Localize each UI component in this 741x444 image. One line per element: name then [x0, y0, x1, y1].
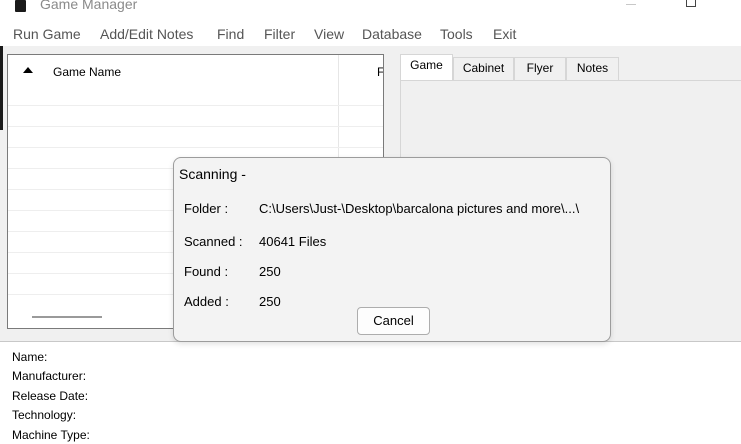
title-bar: Game Manager: [0, 0, 741, 20]
app-icon: [15, 0, 26, 12]
scanned-label: Scanned :: [184, 234, 243, 249]
tab-cabinet[interactable]: Cabinet: [453, 57, 514, 80]
name-label: Name:: [12, 350, 48, 364]
cancel-button[interactable]: Cancel: [357, 307, 430, 335]
table-row[interactable]: [8, 126, 383, 127]
dialog-title: Scanning -: [179, 166, 246, 182]
scanned-count: 40641 Files: [259, 234, 327, 249]
menu-find[interactable]: Find: [217, 25, 244, 43]
found-label: Found :: [184, 264, 229, 279]
folder-label: Folder :: [184, 201, 229, 216]
column-header-game-name[interactable]: Game Name: [53, 65, 121, 79]
added-count: 250: [259, 294, 281, 309]
menu-view[interactable]: View: [314, 25, 344, 43]
added-label: Added :: [184, 294, 229, 309]
table-row[interactable]: [8, 147, 383, 148]
table-row[interactable]: [8, 105, 383, 106]
tab-game[interactable]: Game: [400, 54, 453, 80]
game-info-panel: Name: Manufacturer: Release Date: Techno…: [0, 341, 741, 444]
menu-database[interactable]: Database: [362, 25, 422, 43]
column-header-second[interactable]: F: [377, 65, 383, 79]
menu-exit[interactable]: Exit: [493, 25, 516, 43]
folder-path: C:\Users\Just-\Desktop\barcalona picture…: [259, 201, 580, 216]
menu-filter[interactable]: Filter: [264, 25, 295, 43]
scanning-dialog: Scanning - Folder : C:\Users\Just-\Deskt…: [173, 157, 611, 342]
release-date-label: Release Date:: [12, 389, 89, 403]
minimize-button[interactable]: [626, 4, 636, 5]
menu-add-edit-notes[interactable]: Add/Edit Notes: [100, 25, 193, 43]
horizontal-scrollbar-thumb[interactable]: [32, 316, 102, 318]
found-count: 250: [259, 264, 281, 279]
manufacturer-label: Manufacturer:: [12, 369, 87, 383]
menu-tools[interactable]: Tools: [440, 25, 473, 43]
sort-ascending-icon[interactable]: [23, 67, 33, 73]
tab-flyer[interactable]: Flyer: [514, 57, 566, 80]
window-title: Game Manager: [40, 0, 138, 12]
window-edge: [0, 46, 3, 130]
tab-notes[interactable]: Notes: [566, 57, 619, 80]
menu-run-game[interactable]: Run Game: [13, 25, 81, 43]
maximize-button[interactable]: [686, 0, 696, 7]
menu-bar: Run Game Add/Edit Notes Find Filter View…: [0, 20, 741, 46]
machine-type-label: Machine Type:: [12, 428, 90, 442]
technology-label: Technology:: [12, 408, 77, 422]
game-list-header: Game Name F: [8, 55, 383, 88]
